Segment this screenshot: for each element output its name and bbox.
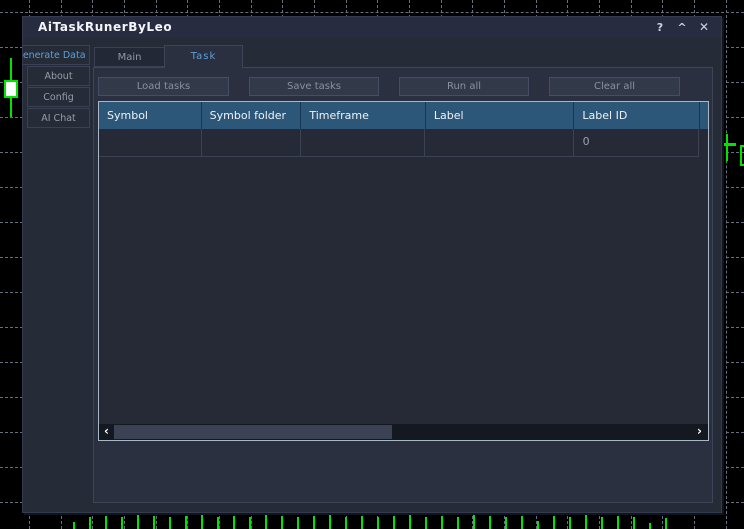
sidebar-item-config[interactable]: Config bbox=[27, 87, 90, 107]
volume-bar bbox=[441, 516, 443, 529]
cell-label-id: 0 bbox=[574, 129, 699, 157]
window-title: AiTaskRunerByLeo bbox=[38, 20, 172, 34]
app-window: AiTaskRunerByLeo ? ^ ✕ Generate Data Abo… bbox=[22, 16, 722, 513]
volume-bar bbox=[121, 517, 123, 529]
column-header-label-id[interactable]: Label ID bbox=[574, 102, 700, 129]
save-tasks-button[interactable]: Save tasks bbox=[249, 77, 379, 96]
sidebar-item-ai-chat[interactable]: AI Chat bbox=[27, 108, 90, 128]
volume-bar bbox=[297, 517, 299, 529]
volume-bar bbox=[329, 515, 331, 529]
volume-bar bbox=[217, 517, 219, 529]
cell-filler bbox=[699, 129, 708, 157]
volume-bar bbox=[601, 517, 603, 529]
screen: AiTaskRunerByLeo ? ^ ✕ Generate Data Abo… bbox=[0, 0, 744, 529]
column-header-timeframe[interactable]: Timeframe bbox=[301, 102, 426, 129]
tab-main[interactable]: Main bbox=[94, 47, 165, 67]
volume-bar bbox=[569, 517, 571, 529]
right-doji-candle-wick bbox=[726, 134, 728, 161]
volume-bar bbox=[201, 515, 203, 529]
table-header-row: Symbol Symbol folder Timeframe Label Lab… bbox=[99, 102, 708, 129]
scroll-right-icon[interactable]: › bbox=[692, 424, 707, 440]
volume-bar bbox=[633, 517, 635, 529]
close-icon[interactable]: ✕ bbox=[695, 19, 713, 36]
column-header-label[interactable]: Label bbox=[426, 102, 575, 129]
sidebar-item-generate-data[interactable]: Generate Data bbox=[22, 45, 90, 65]
volume-bar bbox=[617, 516, 619, 529]
volume-bar bbox=[505, 517, 507, 529]
left-bull-candle bbox=[4, 80, 18, 98]
clear-all-button[interactable]: Clear all bbox=[549, 77, 680, 96]
window-titlebar[interactable]: AiTaskRunerByLeo ? ^ ✕ bbox=[23, 17, 721, 38]
tab-task[interactable]: Task bbox=[164, 45, 243, 68]
volume-bar bbox=[521, 516, 523, 529]
volume-bar bbox=[313, 516, 315, 529]
run-all-button[interactable]: Run all bbox=[399, 77, 529, 96]
column-header-filler bbox=[700, 102, 708, 129]
horizontal-scrollbar[interactable]: ‹ › bbox=[99, 424, 708, 440]
cell-symbol bbox=[99, 129, 202, 157]
volume-bar bbox=[233, 516, 235, 529]
cell-timeframe bbox=[301, 129, 425, 157]
volume-bar bbox=[425, 517, 427, 529]
volume-bar bbox=[585, 515, 587, 529]
cell-symbol-folder bbox=[202, 129, 302, 157]
tasks-table: Symbol Symbol folder Timeframe Label Lab… bbox=[98, 101, 709, 441]
volume-bar bbox=[377, 517, 379, 529]
volume-bar bbox=[265, 515, 267, 529]
sidebar-item-about[interactable]: About bbox=[27, 66, 90, 86]
volume-bar bbox=[105, 516, 107, 529]
volume-bar bbox=[537, 521, 539, 529]
volume-bar bbox=[553, 516, 555, 529]
volume-bar bbox=[153, 516, 155, 529]
volume-bar bbox=[473, 515, 475, 529]
volume-bar bbox=[489, 516, 491, 529]
collapse-icon[interactable]: ^ bbox=[673, 19, 691, 36]
volume-bar bbox=[361, 516, 363, 529]
volume-bar bbox=[249, 517, 251, 529]
scrollbar-thumb[interactable] bbox=[114, 425, 392, 439]
load-tasks-button[interactable]: Load tasks bbox=[98, 77, 229, 96]
volume-bar bbox=[649, 523, 651, 529]
volume-bar bbox=[281, 516, 283, 529]
column-header-symbol-folder[interactable]: Symbol folder bbox=[202, 102, 302, 129]
volume-bar bbox=[89, 517, 91, 529]
volume-bar bbox=[409, 515, 411, 529]
table-row[interactable]: 0 bbox=[99, 129, 708, 157]
volume-bar bbox=[457, 517, 459, 529]
volume-bar bbox=[169, 517, 171, 529]
column-header-symbol[interactable]: Symbol bbox=[99, 102, 202, 129]
help-icon[interactable]: ? bbox=[651, 19, 669, 36]
volume-bar bbox=[73, 522, 75, 529]
volume-bar bbox=[137, 515, 139, 529]
volume-bar bbox=[665, 518, 667, 529]
gridline bbox=[0, 12, 744, 13]
cell-label bbox=[425, 129, 573, 157]
gridline bbox=[726, 0, 727, 529]
volume-bar bbox=[185, 516, 187, 529]
right-edge-candle bbox=[740, 145, 744, 166]
volume-bar bbox=[345, 517, 347, 529]
scroll-left-icon[interactable]: ‹ bbox=[99, 424, 114, 440]
volume-bar bbox=[393, 516, 395, 529]
